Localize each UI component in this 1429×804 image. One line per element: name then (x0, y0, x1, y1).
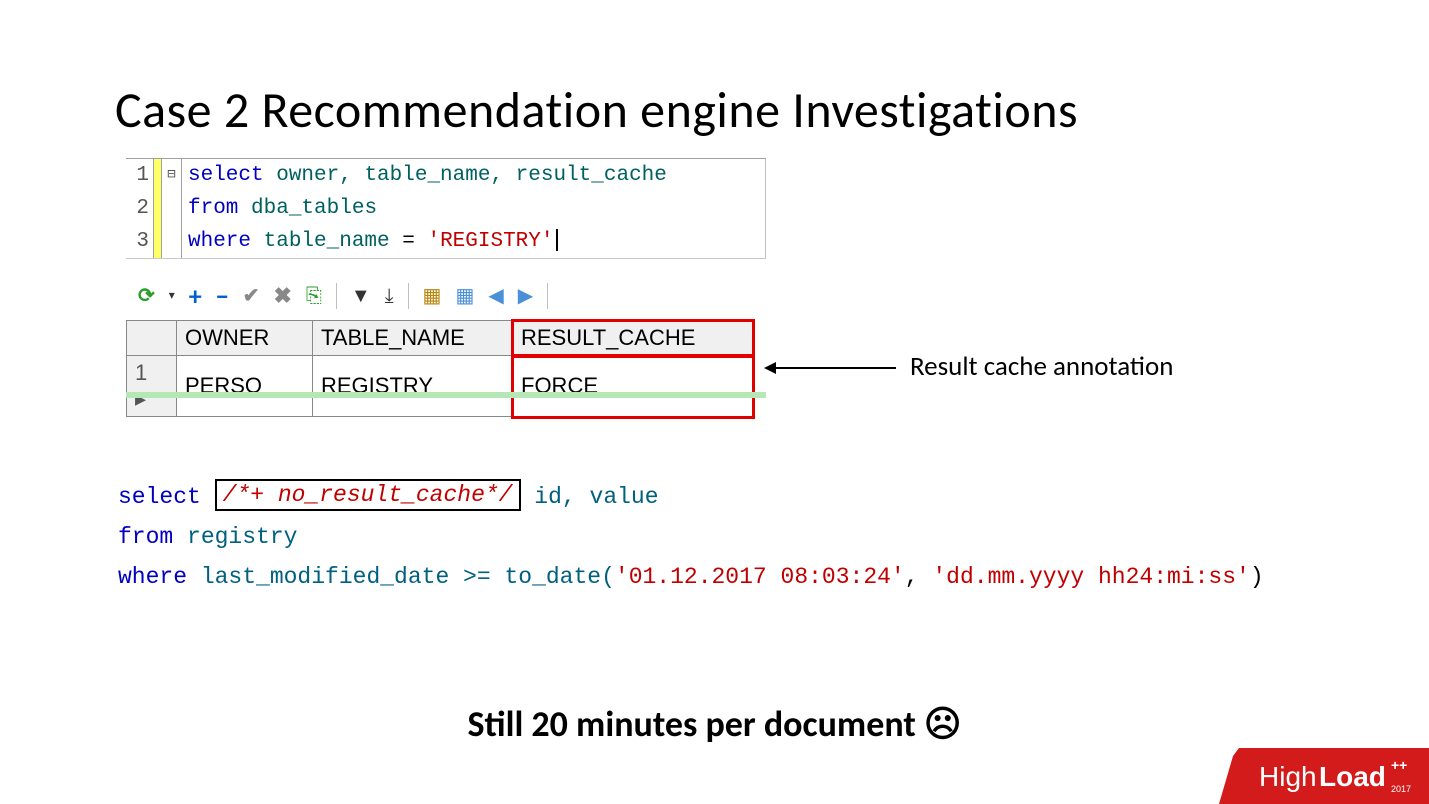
sort-icon[interactable]: ⤓ (385, 286, 394, 306)
copy-icon[interactable]: ⎘ (306, 286, 322, 306)
logo-load: Load (1319, 761, 1386, 792)
sql-row-1: 1 ⊟ select owner, table_name, result_cac… (126, 159, 766, 192)
logo-year: 2017 (1391, 784, 1411, 794)
remove-icon[interactable]: − (216, 283, 229, 309)
col-header-owner[interactable]: OWNER (177, 321, 313, 356)
single-record-icon[interactable]: ▦ (455, 286, 474, 306)
code-line: from dba_tables (182, 192, 766, 225)
cell-result-cache: FORCE (513, 356, 753, 417)
logo-high: High (1259, 761, 1317, 792)
table-row[interactable]: 1 ▸ PERSO REGISTRY FORCE (127, 356, 753, 417)
table-header-row: OWNER TABLE_NAME RESULT_CACHE (127, 321, 753, 356)
add-icon[interactable]: + (189, 283, 202, 309)
prev-icon[interactable]: ◀ (488, 286, 503, 306)
result-grid: OWNER TABLE_NAME RESULT_CACHE 1 ▸ PERSO … (126, 320, 753, 417)
grid-footer-strip (126, 392, 766, 398)
code-line: where table_name = 'REGISTRY' (182, 225, 766, 258)
logo-plus: ++ (1391, 757, 1407, 773)
line-number: 3 (126, 225, 154, 258)
gutter (154, 159, 162, 192)
highload-logo: High Load ++ 2017 (1219, 748, 1429, 804)
commit-icon[interactable]: ✔ (243, 286, 260, 306)
summary-text: Still 20 minutes per document ☹ (0, 702, 1429, 746)
col-header-table-name[interactable]: TABLE_NAME (313, 321, 513, 356)
annotation-label: Result cache annotation (910, 350, 1173, 383)
text-caret (556, 229, 558, 251)
rollback-icon[interactable]: ✖ (273, 285, 291, 307)
sql-row-2: 2 from dba_tables (126, 192, 766, 225)
line-number: 1 (126, 159, 154, 192)
fold-icon[interactable]: ⊟ (162, 159, 182, 192)
corner-cell (127, 321, 177, 356)
slide-title: Case 2 Recommendation engine Investigati… (115, 80, 1078, 141)
row-number: 1 ▸ (127, 356, 177, 417)
dropdown-icon[interactable]: ▾ (169, 290, 175, 302)
fold-spacer (162, 225, 182, 258)
sql-editor: 1 ⊟ select owner, table_name, result_cac… (126, 158, 766, 259)
optimizer-hint: /*+ no_result_cache*/ (215, 479, 521, 511)
separator (336, 283, 337, 309)
col-header-result-cache[interactable]: RESULT_CACHE (513, 321, 753, 356)
code-line: select owner, table_name, result_cache (182, 159, 766, 192)
refresh-icon[interactable]: ⟳ (138, 286, 155, 306)
grid-view-icon[interactable]: ▦ (423, 286, 442, 306)
next-icon[interactable]: ▶ (518, 286, 533, 306)
results-toolbar: ⟳ ▾ + − ✔ ✖ ⎘ ▼ ⤓ ▦ ▦ ◀ ▶ (126, 278, 766, 314)
gutter (154, 192, 162, 225)
gutter (154, 225, 162, 258)
cell-table-name: REGISTRY (313, 356, 513, 417)
cell-owner: PERSO (177, 356, 313, 417)
sql-snippet-2: select /*+ no_result_cache*/ id, value f… (118, 477, 1264, 597)
line-number: 2 (126, 192, 154, 225)
fold-spacer (162, 192, 182, 225)
annotation-arrow (766, 367, 896, 369)
sql-row-3: 3 where table_name = 'REGISTRY' (126, 225, 766, 258)
separator (408, 283, 409, 309)
filter-icon[interactable]: ▼ (351, 286, 371, 306)
separator (547, 283, 548, 309)
